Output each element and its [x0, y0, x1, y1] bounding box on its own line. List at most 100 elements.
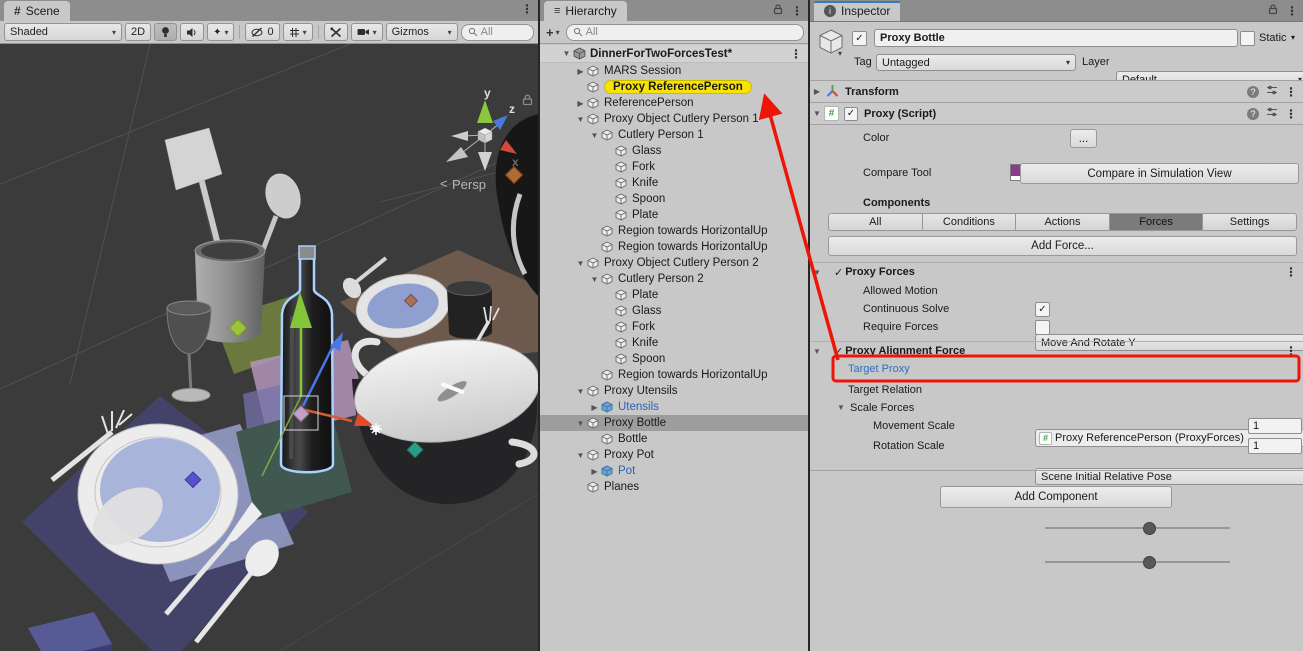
- hierarchy-search-input[interactable]: All: [566, 24, 804, 41]
- hierarchy-item-fork[interactable]: Fork: [540, 159, 808, 175]
- hierarchy-item-bottle[interactable]: Bottle: [540, 431, 808, 447]
- help-icon[interactable]: ?: [1247, 86, 1259, 98]
- foldout-open-icon[interactable]: ▼: [810, 347, 824, 356]
- tab-hierarchy[interactable]: ≡ Hierarchy: [544, 1, 627, 21]
- hierarchy-item-referenceperson[interactable]: ▶ReferencePerson: [540, 95, 808, 111]
- static-dropdown[interactable]: ▾: [1291, 33, 1295, 42]
- hierarchy-item-plate[interactable]: Plate: [540, 287, 808, 303]
- scene-lock-icon[interactable]: [524, 95, 532, 104]
- hierarchy-item-proxy-referenceperson[interactable]: Proxy ReferencePerson: [540, 79, 808, 95]
- gameobject-cube-icon[interactable]: ▾: [818, 28, 844, 59]
- component-enabled-checkbox[interactable]: ✓: [844, 107, 858, 121]
- foldout-open-icon[interactable]: ▼: [574, 419, 587, 428]
- gameobject-name-field[interactable]: Proxy Bottle: [874, 29, 1238, 47]
- foldout-open-icon[interactable]: ▼: [810, 109, 824, 118]
- compare-simulation-button[interactable]: Compare in Simulation View: [1020, 163, 1299, 184]
- foldout-closed-icon[interactable]: ▶: [588, 403, 601, 412]
- tag-dropdown[interactable]: Untagged▾: [876, 54, 1076, 71]
- component-tab-actions[interactable]: Actions: [1016, 213, 1110, 231]
- color-more-button[interactable]: ...: [1070, 129, 1097, 148]
- transform-component-header[interactable]: ▶ Transform ? ⋮: [810, 80, 1303, 103]
- lock-icon[interactable]: [1268, 3, 1278, 18]
- kebab-icon[interactable]: ⋮: [1285, 108, 1297, 120]
- foldout-closed-icon[interactable]: ▶: [588, 467, 601, 476]
- hierarchy-item-proxy-object-cutlery-person-2[interactable]: ▼Proxy Object Cutlery Person 2: [540, 255, 808, 271]
- component-tools-button[interactable]: [324, 23, 348, 41]
- hierarchy-item-cutlery-person-1[interactable]: ▼Cutlery Person 1: [540, 127, 808, 143]
- foldout-closed-icon[interactable]: ▶: [574, 67, 587, 76]
- kebab-icon[interactable]: ⋮: [1285, 266, 1297, 278]
- hierarchy-item-region-towards-horizontalup[interactable]: Region towards HorizontalUp: [540, 239, 808, 255]
- scene-viewport[interactable]: y z x < Persp: [0, 44, 538, 651]
- continuous-solve-checkbox[interactable]: ✓: [1035, 302, 1050, 317]
- rotation-scale-field[interactable]: 1: [1248, 438, 1302, 454]
- create-object-button[interactable]: + ▾: [544, 25, 562, 40]
- foldout-closed-icon[interactable]: ▶: [574, 99, 587, 108]
- hierarchy-item-proxy-pot[interactable]: ▼Proxy Pot: [540, 447, 808, 463]
- kebab-icon[interactable]: ⋮: [1286, 5, 1298, 17]
- foldout-closed-icon[interactable]: ▶: [810, 87, 824, 96]
- proxy-forces-header[interactable]: ▼ ✓ Proxy Forces ⋮: [810, 262, 1303, 281]
- active-checkbox[interactable]: ✓: [852, 31, 867, 46]
- dark-object-right[interactable]: [496, 114, 538, 296]
- 2d-toggle-button[interactable]: 2D: [125, 23, 151, 41]
- wine-glass[interactable]: [167, 301, 211, 402]
- foldout-open-icon[interactable]: ▼: [574, 451, 587, 460]
- foldout-open-icon[interactable]: ▼: [810, 268, 824, 277]
- blue-box[interactable]: [28, 612, 112, 651]
- panel-splitter[interactable]: [808, 0, 810, 651]
- shading-mode-dropdown[interactable]: Shaded▾: [4, 23, 122, 41]
- hierarchy-item-glass[interactable]: Glass: [540, 303, 808, 319]
- presets-icon[interactable]: [1266, 106, 1278, 121]
- hierarchy-item-spoon[interactable]: Spoon: [540, 351, 808, 367]
- hierarchy-item-cutlery-person-2[interactable]: ▼Cutlery Person 2: [540, 271, 808, 287]
- kebab-icon[interactable]: ⋮: [521, 3, 533, 15]
- movement-scale-field[interactable]: 1: [1248, 418, 1302, 434]
- scene-search-input[interactable]: All: [461, 24, 534, 41]
- panel-splitter[interactable]: [538, 0, 540, 651]
- component-tab-settings[interactable]: Settings: [1203, 213, 1297, 231]
- lighting-toggle-button[interactable]: [154, 23, 177, 41]
- hierarchy-item-region-towards-horizontalup[interactable]: Region towards HorizontalUp: [540, 367, 808, 383]
- lock-icon[interactable]: [773, 3, 783, 18]
- camera-dropdown[interactable]: ▾: [351, 23, 383, 41]
- hierarchy-item-fork[interactable]: Fork: [540, 319, 808, 335]
- hierarchy-item-utensils[interactable]: ▶Utensils: [540, 399, 808, 415]
- plate-left[interactable]: [78, 424, 238, 564]
- add-component-button[interactable]: Add Component: [940, 486, 1172, 508]
- rotation-scale-slider[interactable]: [1045, 555, 1230, 569]
- movement-scale-slider[interactable]: [1045, 521, 1230, 535]
- kebab-icon[interactable]: ⋮: [1285, 345, 1297, 357]
- foldout-open-icon[interactable]: ▼: [574, 115, 587, 124]
- foldout-open-icon[interactable]: ▼: [560, 49, 573, 58]
- foldout-open-icon[interactable]: ▼: [588, 131, 601, 140]
- foldout-open-icon[interactable]: ▼: [588, 275, 601, 284]
- presets-icon[interactable]: [1266, 84, 1278, 99]
- foldout-open-icon[interactable]: ▼: [574, 259, 587, 268]
- component-tab-forces[interactable]: Forces: [1110, 213, 1204, 231]
- component-tab-all[interactable]: All: [828, 213, 923, 231]
- hierarchy-item-glass[interactable]: Glass: [540, 143, 808, 159]
- kebab-icon[interactable]: ⋮: [1285, 86, 1297, 98]
- foldout-open-icon[interactable]: ▼: [574, 387, 587, 396]
- tab-scene[interactable]: # Scene: [4, 1, 70, 21]
- require-forces-checkbox[interactable]: [1035, 320, 1050, 335]
- hierarchy-item-proxy-bottle[interactable]: ▼Proxy Bottle: [540, 415, 808, 431]
- add-force-button[interactable]: Add Force...: [828, 236, 1297, 256]
- hierarchy-item-knife[interactable]: Knife: [540, 175, 808, 191]
- help-icon[interactable]: ?: [1247, 108, 1259, 120]
- hierarchy-item-region-towards-horizontalup[interactable]: Region towards HorizontalUp: [540, 223, 808, 239]
- hierarchy-item-plate[interactable]: Plate: [540, 207, 808, 223]
- hierarchy-item-proxy-utensils[interactable]: ▼Proxy Utensils: [540, 383, 808, 399]
- component-tab-conditions[interactable]: Conditions: [923, 213, 1017, 231]
- proxy-alignment-force-header[interactable]: ▼ ✓ Proxy Alignment Force ⋮: [810, 341, 1303, 360]
- static-checkbox[interactable]: [1240, 31, 1255, 46]
- audio-toggle-button[interactable]: [180, 23, 204, 41]
- kebab-icon[interactable]: ⋮: [790, 47, 802, 61]
- proxy-script-header[interactable]: ▼ # ✓ Proxy (Script) ? ⋮: [810, 102, 1303, 125]
- effects-dropdown[interactable]: ✦▾: [207, 23, 234, 41]
- hierarchy-item-mars-session[interactable]: ▶MARS Session: [540, 63, 808, 79]
- hierarchy-item-proxy-object-cutlery-person-1[interactable]: ▼Proxy Object Cutlery Person 1: [540, 111, 808, 127]
- hierarchy-item-knife[interactable]: Knife: [540, 335, 808, 351]
- grid-visibility-dropdown[interactable]: ▾: [283, 23, 313, 41]
